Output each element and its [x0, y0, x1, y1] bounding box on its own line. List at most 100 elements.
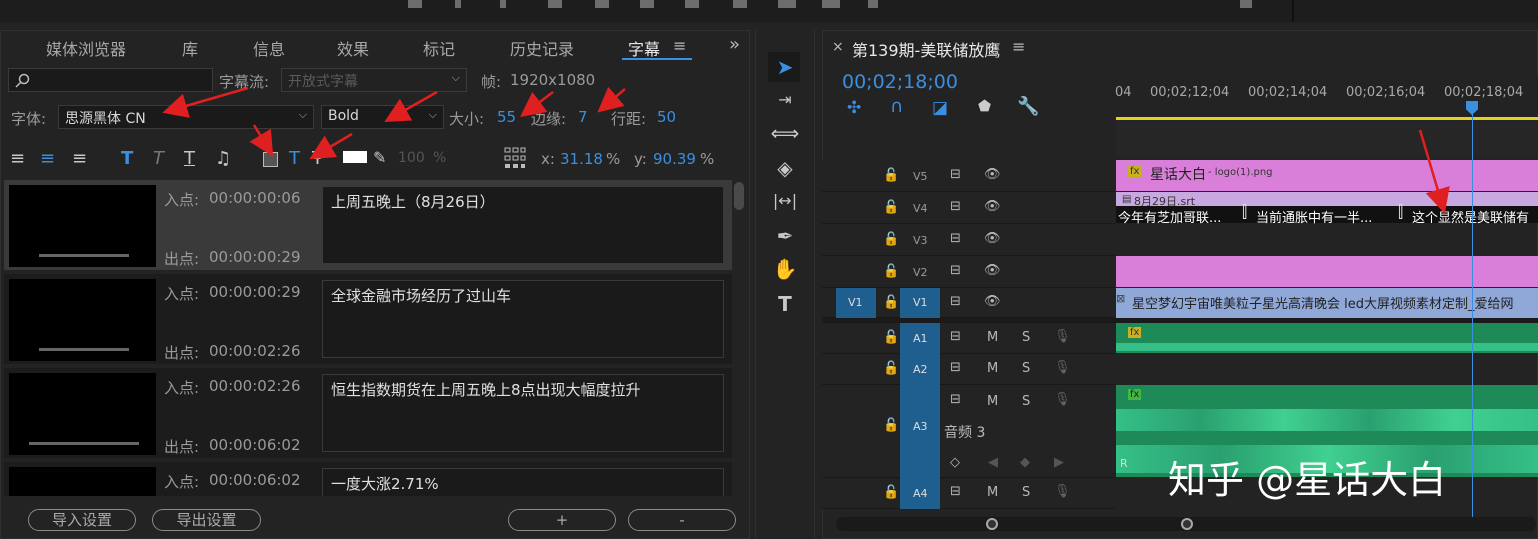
wrench-icon[interactable]: 🔧	[1017, 96, 1039, 117]
style-select[interactable]: Bold ⌵	[321, 105, 444, 129]
position-grid-icon[interactable]	[504, 147, 526, 169]
keyframe-toggle-icon[interactable]: ◇	[950, 455, 960, 470]
go-out-icon[interactable]	[733, 0, 747, 8]
text-color-icon[interactable]: T	[289, 148, 300, 169]
out-time[interactable]: 00:00:02:26	[209, 342, 301, 360]
export-settings-button[interactable]: 导出设置	[152, 509, 261, 531]
in-time[interactable]: 00:00:02:26	[209, 377, 301, 395]
play-icon[interactable]	[640, 0, 654, 8]
tab-history[interactable]: 历史记录	[510, 36, 574, 60]
solo-button[interactable]: S	[1022, 485, 1030, 500]
lock-icon[interactable]: 🔓	[883, 295, 899, 310]
tab-media-browser[interactable]: 媒体浏览器	[46, 36, 126, 60]
sync-lock-icon[interactable]: ⊟	[950, 199, 961, 214]
mute-button[interactable]: M	[987, 394, 998, 409]
hand-tool-icon[interactable]: ✋	[770, 255, 800, 283]
clip-v5-logo[interactable]: fx 星话大白 - logo(1).png	[1116, 160, 1538, 191]
selection-tool-icon[interactable]: ➤	[770, 53, 800, 81]
lock-icon[interactable]: 🔓	[883, 485, 899, 500]
solo-button[interactable]: S	[1022, 394, 1030, 409]
caption-row[interactable]: 入点: 00:00:00:06 出点: 00:00:00:29 上周五晚上（8月…	[4, 180, 732, 270]
play-back-icon[interactable]	[595, 0, 609, 8]
prev-keyframe-icon[interactable]: ◀	[988, 455, 998, 470]
next-keyframe-icon[interactable]: ▶	[1054, 455, 1064, 470]
sequence-title[interactable]: 第139期-美联储放鹰	[852, 37, 1000, 61]
align-center-icon[interactable]: ≡	[40, 148, 55, 169]
mark-in-icon[interactable]	[455, 0, 461, 8]
color-swatch[interactable]	[343, 151, 367, 163]
eye-icon[interactable]: 👁	[984, 167, 1001, 182]
caption-block[interactable]: 这个显然是美联储有	[1412, 207, 1529, 226]
lock-icon[interactable]: 🔓	[883, 361, 899, 376]
lock-icon[interactable]: 🔓	[883, 418, 899, 433]
remove-caption-button[interactable]: -	[628, 509, 736, 531]
solo-button[interactable]: S	[1022, 330, 1030, 345]
caption-text[interactable]: 一度大涨2.71%	[322, 468, 724, 496]
sync-lock-icon[interactable]: ⊟	[950, 263, 961, 278]
sync-lock-icon[interactable]: ⊟	[950, 360, 961, 375]
sync-lock-icon[interactable]: ⊟	[950, 329, 961, 344]
more-tabs-icon[interactable]: »	[729, 34, 740, 55]
lock-icon[interactable]: 🔓	[883, 330, 899, 345]
underline-icon[interactable]: T	[184, 148, 195, 169]
lock-icon[interactable]: 🔓	[883, 232, 899, 247]
mute-button[interactable]: M	[987, 361, 998, 376]
marker-icon[interactable]	[408, 0, 422, 8]
caption-block[interactable]: 今年有芝加哥联...	[1118, 207, 1221, 226]
in-time[interactable]: 00:00:00:06	[209, 189, 301, 207]
leading-value[interactable]: 50	[657, 108, 676, 126]
microphone-icon[interactable]: 🎙	[1054, 329, 1071, 344]
mute-button[interactable]: M	[987, 330, 998, 345]
zoom-handle-right[interactable]	[1181, 518, 1193, 530]
italic-icon[interactable]: T	[153, 148, 164, 169]
add-marker-icon[interactable]: ⬟	[978, 97, 991, 115]
clip-v4-captions[interactable]: ▤ 8月29日.srt 今年有芝加哥联... ⫿ 当前通胀中有一半... ⫿ 这…	[1116, 192, 1538, 226]
tab-effects[interactable]: 效果	[337, 36, 369, 60]
step-forward-icon[interactable]	[685, 0, 699, 8]
add-caption-button[interactable]: +	[508, 509, 616, 531]
snap-icon[interactable]: ∩	[890, 96, 903, 117]
lift-icon[interactable]	[778, 0, 796, 8]
mark-out-icon[interactable]	[500, 0, 506, 8]
ripple-edit-tool-icon[interactable]: ⟺	[770, 119, 800, 147]
playhead-timecode[interactable]: 00;02;18;00	[842, 71, 958, 93]
out-time[interactable]: 00:00:00:29	[209, 248, 301, 266]
add-keyframe-icon[interactable]: ◆	[1020, 455, 1030, 470]
slip-tool-icon[interactable]: |↔|	[770, 187, 800, 215]
y-value[interactable]: 90.39	[653, 150, 696, 168]
caption-list-scrollbar[interactable]	[734, 182, 744, 210]
step-back-icon[interactable]	[548, 0, 562, 8]
sync-lock-icon[interactable]: ⊟	[950, 294, 961, 309]
eye-icon[interactable]: 👁	[984, 199, 1001, 214]
caption-block[interactable]: 当前通胀中有一半...	[1256, 207, 1372, 226]
microphone-icon[interactable]: 🎙	[1054, 484, 1071, 499]
align-right-icon[interactable]: ≡	[72, 148, 87, 169]
clip-v1-background[interactable]: ⊠ 星空梦幻宇宙唯美粒子星光高清晚会 led大屏视频素材定制_爱给网	[1116, 288, 1538, 318]
caption-row[interactable]: 入点: 00:00:06:02 一度大涨2.71%	[4, 462, 732, 496]
lock-icon[interactable]: 🔓	[883, 264, 899, 279]
search-input[interactable]	[8, 68, 213, 92]
type-tool-icon[interactable]: T	[770, 290, 800, 318]
microphone-icon[interactable]: 🎙	[1054, 392, 1071, 407]
eye-icon[interactable]: 👁	[984, 231, 1001, 246]
microphone-icon[interactable]: 🎙	[1054, 360, 1071, 375]
caption-text[interactable]: 上周五晚上（8月26日）	[322, 186, 724, 264]
linked-selection-icon[interactable]: ◪	[932, 98, 948, 118]
tab-library[interactable]: 库	[182, 36, 198, 60]
export-frame-icon[interactable]	[868, 0, 878, 8]
extract-icon[interactable]	[822, 0, 840, 8]
tab-info[interactable]: 信息	[253, 36, 285, 60]
sync-lock-icon[interactable]: ⊟	[950, 167, 961, 182]
edge-color-icon[interactable]: Ŧ	[312, 148, 323, 169]
add-button-icon[interactable]	[1240, 0, 1252, 8]
caption-row[interactable]: 入点: 00:00:00:29 出点: 00:00:02:26 全球金融市场经历…	[4, 274, 732, 364]
in-time[interactable]: 00:00:06:02	[209, 471, 301, 489]
caption-text[interactable]: 全球金融市场经历了过山车	[322, 280, 724, 358]
caption-text[interactable]: 恒生指数期货在上周五晚上8点出现大幅度拉升	[322, 374, 724, 452]
clip-a1[interactable]: fx	[1116, 323, 1538, 353]
razor-tool-icon[interactable]: ◈	[770, 154, 800, 182]
zoom-handle-left[interactable]	[986, 518, 998, 530]
sync-lock-icon[interactable]: ⊟	[950, 231, 961, 246]
panel-menu-icon[interactable]: ≡	[673, 36, 686, 55]
sequence-menu-icon[interactable]: ≡	[1012, 37, 1025, 56]
